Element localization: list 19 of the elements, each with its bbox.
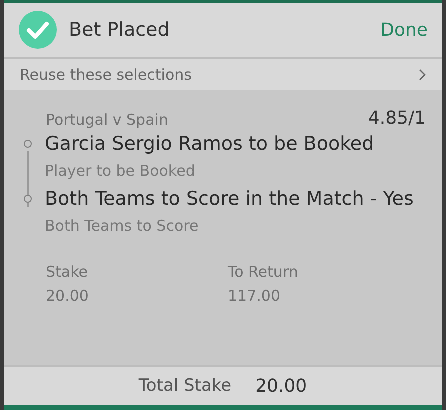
chevron-right-icon — [419, 68, 426, 80]
total-stake-value: 20.00 — [256, 376, 308, 396]
market-name: Player to be Booked — [45, 161, 196, 182]
return-label: To Return — [228, 263, 300, 281]
market-name: Both Teams to Score — [45, 216, 200, 237]
selection-dot — [24, 195, 32, 203]
selection-dot — [24, 140, 32, 148]
selection-name: Garcia Sergio Ramos to be Booked — [45, 132, 374, 157]
total-stake-label: Total Stake — [138, 376, 232, 396]
reuse-selections-row[interactable]: Reuse these selections — [4, 59, 442, 90]
odds-value: 4.85/1 — [368, 108, 426, 129]
event-name: Portugal v Spain — [46, 111, 168, 129]
done-button[interactable]: Done — [380, 20, 428, 40]
stake-label: Stake — [46, 263, 89, 281]
selection-name: Both Teams to Score in the Match - Yes — [45, 187, 414, 212]
return-value: 117.00 — [228, 287, 282, 305]
checkmark-icon — [19, 11, 57, 49]
stake-value: 20.00 — [46, 287, 90, 305]
header-title: Bet Placed — [69, 19, 171, 41]
